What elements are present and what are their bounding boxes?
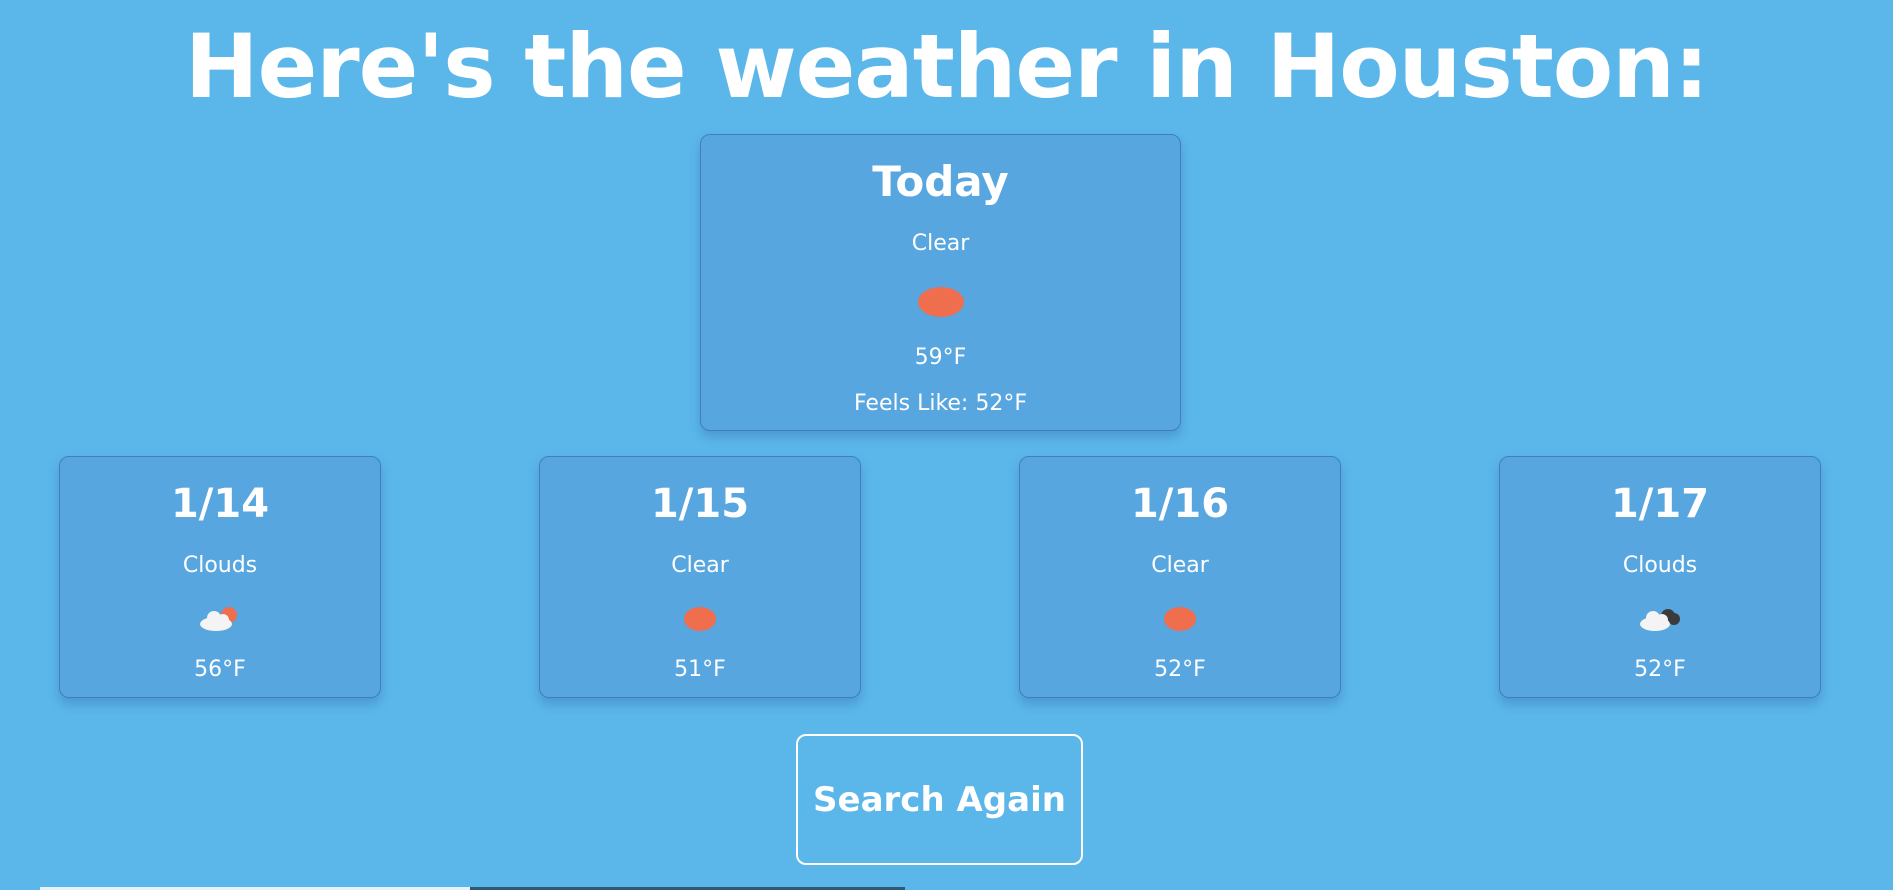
forecast-date: 1/17 bbox=[1610, 481, 1710, 527]
forecast-temp: 51°F bbox=[674, 657, 726, 682]
forecast-card: 1/14 Clouds 56°F bbox=[59, 456, 381, 698]
forecast-date: 1/14 bbox=[170, 481, 270, 527]
forecast-temp: 52°F bbox=[1154, 657, 1206, 682]
forecast-condition: Clouds bbox=[1622, 553, 1698, 578]
search-again-button[interactable]: Search Again bbox=[796, 734, 1083, 865]
sun-icon bbox=[917, 287, 964, 317]
forecast-card: 1/16 Clear 52°F bbox=[1019, 456, 1341, 698]
forecast-condition: Clouds bbox=[182, 553, 258, 578]
today-condition: Clear bbox=[911, 231, 970, 256]
forecast-temp: 56°F bbox=[194, 657, 246, 682]
cloud-sun-icon bbox=[200, 607, 237, 631]
forecast-card: 1/15 Clear 51°F bbox=[539, 456, 861, 698]
forecast-condition: Clear bbox=[1151, 553, 1209, 578]
today-card: Today Clear 59°F Feels Like: 52°F bbox=[700, 134, 1181, 431]
sun-icon bbox=[1164, 607, 1196, 631]
forecast-date: 1/15 bbox=[650, 481, 750, 527]
forecast-temp: 52°F bbox=[1634, 657, 1686, 682]
today-temp: 59°F bbox=[914, 345, 967, 370]
cloud-dark-icon bbox=[1640, 609, 1680, 631]
sun-icon bbox=[684, 607, 716, 631]
page-title: Here's the weather in Houston: bbox=[184, 15, 1709, 118]
forecast-card: 1/17 Clouds 52°F bbox=[1499, 456, 1821, 698]
forecast-date: 1/16 bbox=[1130, 481, 1230, 527]
weather-page: Here's the weather in Houston: Today Cle… bbox=[0, 0, 1893, 890]
forecast-condition: Clear bbox=[671, 553, 729, 578]
today-feels-like: Feels Like: 52°F bbox=[853, 391, 1027, 416]
today-title: Today bbox=[872, 157, 1009, 206]
